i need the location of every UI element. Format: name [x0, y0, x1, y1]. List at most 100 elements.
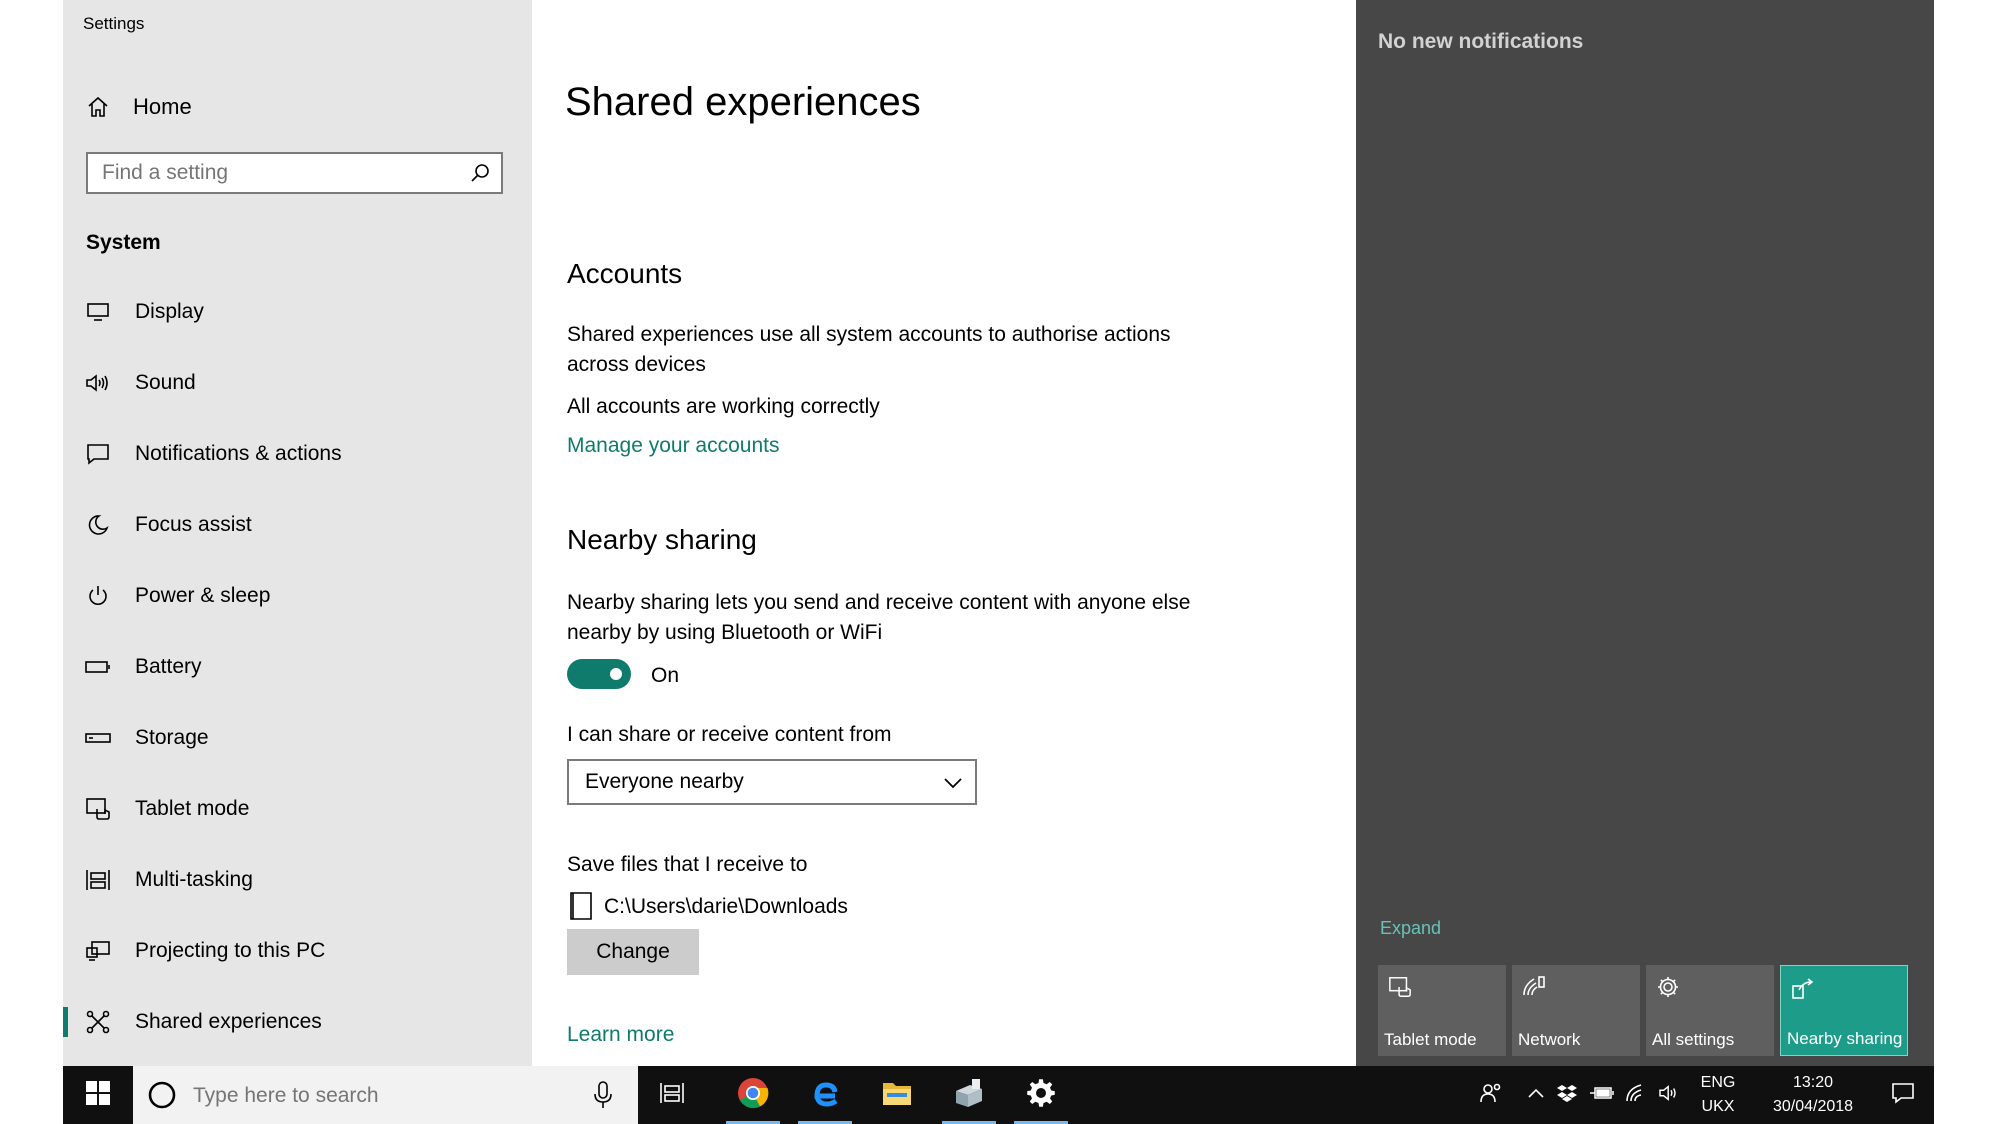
dropbox-tray[interactable]: [1553, 1066, 1581, 1124]
sidebar-item-label: Multi-tasking: [135, 868, 253, 891]
section-label-system: System: [86, 231, 161, 254]
accounts-description-line-1: Shared experiences use all system accoun…: [567, 323, 1171, 346]
taskbar-app-network[interactable]: [940, 1066, 998, 1124]
chrome-icon: [736, 1076, 770, 1115]
network-icon: [1522, 975, 1546, 1004]
sidebar-item-focus-assist[interactable]: Focus assist: [63, 497, 532, 553]
projecting-icon: [83, 940, 113, 962]
taskbar-app-file-explorer[interactable]: [868, 1066, 926, 1124]
action-center: No new notifications Expand Tablet mode …: [1356, 0, 1934, 1066]
multitasking-icon: [83, 868, 113, 892]
language-indicator[interactable]: ENG UKX: [1693, 1066, 1743, 1124]
windows-logo-icon: [85, 1080, 111, 1111]
accounts-status: All accounts are working correctly: [567, 395, 880, 418]
change-button[interactable]: Change: [567, 929, 699, 975]
find-setting-input[interactable]: [88, 154, 462, 192]
sidebar-item-storage[interactable]: Storage: [63, 710, 532, 766]
quick-action-network[interactable]: Network: [1512, 965, 1640, 1056]
accounts-heading: Accounts: [567, 258, 683, 289]
taskbar-search[interactable]: [133, 1066, 638, 1124]
clock[interactable]: 13:20 30/04/2018: [1763, 1066, 1863, 1124]
sidebar-item-display[interactable]: Display: [63, 284, 532, 340]
settings-icon: [1026, 1078, 1056, 1113]
clock-time: 13:20: [1792, 1074, 1834, 1091]
people-button[interactable]: [1473, 1066, 1509, 1124]
nearby-sharing-toggle[interactable]: [567, 659, 631, 689]
action-center-button[interactable]: [1878, 1066, 1928, 1124]
quick-action-nearby-sharing[interactable]: Nearby sharing: [1780, 965, 1908, 1056]
page-title: Shared experiences: [565, 80, 921, 124]
start-button[interactable]: [63, 1066, 133, 1124]
home-icon: [83, 95, 113, 119]
quick-action-label: All settings: [1652, 1030, 1735, 1049]
gear-icon: [1656, 975, 1680, 1004]
home-label: Home: [133, 94, 192, 119]
nearby-description-line-1: Nearby sharing lets you send and receive…: [567, 591, 1191, 614]
sidebar-item-label: Sound: [135, 371, 196, 394]
nearby-sharing-icon: [1791, 976, 1817, 1005]
taskbar: ENG UKX 13:20 30/04/2018: [63, 1066, 1934, 1124]
monitor-icon: [83, 301, 113, 323]
microphone-icon[interactable]: [593, 1080, 613, 1115]
search-icon[interactable]: [469, 162, 491, 189]
app-title: Settings: [83, 14, 145, 33]
taskbar-app-chrome[interactable]: [724, 1066, 782, 1124]
sidebar-item-shared-experiences[interactable]: Shared experiences: [63, 994, 532, 1050]
language-code: ENG: [1700, 1074, 1736, 1091]
tablet-mode-icon: [1388, 975, 1412, 1004]
taskbar-app-settings[interactable]: [1012, 1066, 1070, 1124]
task-view-icon: [659, 1081, 685, 1110]
message-icon: [83, 443, 113, 465]
learn-more-link[interactable]: Learn more: [567, 1023, 674, 1047]
accounts-description-line-2: across devices: [567, 353, 706, 376]
sidebar-item-label: Storage: [135, 726, 209, 749]
no-notifications-text: No new notifications: [1378, 30, 1584, 53]
manage-accounts-link[interactable]: Manage your accounts: [567, 434, 779, 458]
battery-plugged-icon: [1590, 1085, 1614, 1106]
clock-date: 30/04/2018: [1772, 1098, 1854, 1115]
sidebar-item-tablet-mode[interactable]: Tablet mode: [63, 781, 532, 837]
sidebar-item-notifications[interactable]: Notifications & actions: [63, 426, 532, 482]
show-hidden-icons-button[interactable]: [1523, 1066, 1549, 1124]
toggle-state-label: On: [651, 664, 680, 687]
speaker-icon: [83, 372, 113, 394]
storage-icon: [83, 732, 113, 744]
chevron-up-icon: [1527, 1086, 1545, 1104]
sidebar-item-multitasking[interactable]: Multi-tasking: [63, 852, 532, 908]
network-app-icon: [952, 1077, 986, 1114]
quick-action-all-settings[interactable]: All settings: [1646, 965, 1774, 1056]
network-tray[interactable]: [1621, 1066, 1651, 1124]
sidebar-item-power-sleep[interactable]: Power & sleep: [63, 568, 532, 624]
quick-action-label: Nearby sharing: [1787, 1029, 1903, 1048]
edge-icon: [809, 1077, 841, 1114]
settings-main: Shared experiences Accounts Shared exper…: [532, 0, 1356, 1066]
file-explorer-icon: [881, 1079, 913, 1112]
dropbox-icon: [1557, 1084, 1577, 1107]
expand-link[interactable]: Expand: [1380, 918, 1441, 939]
sidebar-item-label: Focus assist: [135, 513, 252, 536]
share-from-label: I can share or receive content from: [567, 723, 892, 746]
share-from-value: Everyone nearby: [585, 770, 744, 793]
sidebar-home[interactable]: Home: [83, 92, 192, 122]
moon-icon: [83, 514, 113, 536]
sidebar-item-label: Battery: [135, 655, 202, 678]
notification-icon: [1891, 1082, 1915, 1109]
sidebar-item-projecting[interactable]: Projecting to this PC: [63, 923, 532, 979]
quick-action-label: Network: [1518, 1030, 1581, 1049]
nearby-description-line-2: nearby by using Bluetooth or WiFi: [567, 621, 883, 644]
share-from-dropdown[interactable]: Everyone nearby: [567, 759, 977, 805]
sidebar-item-label: Display: [135, 300, 204, 323]
quick-action-tablet-mode[interactable]: Tablet mode: [1378, 965, 1506, 1056]
volume-tray[interactable]: [1655, 1066, 1685, 1124]
sidebar-item-sound[interactable]: Sound: [63, 355, 532, 411]
quick-action-label: Tablet mode: [1384, 1030, 1477, 1049]
active-indicator: [63, 1007, 68, 1037]
taskbar-app-edge[interactable]: [796, 1066, 854, 1124]
task-view-button[interactable]: [643, 1066, 701, 1124]
sidebar-item-battery[interactable]: Battery: [63, 639, 532, 695]
taskbar-search-input[interactable]: [191, 1080, 575, 1112]
battery-tray[interactable]: [1587, 1066, 1617, 1124]
sidebar-item-label: Shared experiences: [135, 1010, 322, 1033]
sidebar-item-label: Power & sleep: [135, 584, 271, 607]
sidebar-item-label: Notifications & actions: [135, 442, 342, 465]
